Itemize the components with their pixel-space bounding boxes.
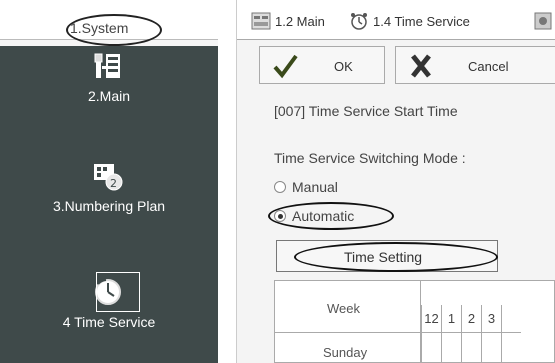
numbering-plan-icon: 2 — [92, 160, 124, 192]
alarm-clock-icon — [349, 11, 369, 31]
week-column-header: Week — [275, 281, 421, 333]
nav-item-label: 2.Main — [87, 88, 131, 104]
nav-list: 2.Main 2 3.Numbering Plan 4 Time Service — [0, 46, 218, 363]
tab-label: 1.2 Main — [275, 14, 325, 29]
left-panel: 1.System 2.Main 2 3.Numbering Plan 4 Tim… — [0, 0, 218, 363]
schedule-slot[interactable] — [421, 333, 441, 363]
week-header-label: Week — [327, 301, 360, 316]
nav-item-label: 4 Time Service — [62, 314, 156, 330]
hour-header: 1 — [441, 305, 461, 333]
nav-item-main[interactable]: 2.Main — [0, 46, 218, 116]
cancel-x-icon — [408, 53, 434, 79]
schedule-slot[interactable] — [501, 333, 521, 363]
cancel-label: Cancel — [468, 59, 509, 74]
settings-icon — [533, 11, 553, 31]
tools-icon — [92, 50, 124, 82]
hour-header: 12 — [421, 305, 441, 333]
highlight-ellipse — [268, 202, 394, 230]
checkmark-icon — [272, 53, 298, 79]
svg-text:2: 2 — [110, 177, 117, 190]
tab-main[interactable]: 1.2 Main — [251, 6, 347, 34]
section-title: [007] Time Service Start Time — [274, 103, 458, 119]
toolbar: OK Cancel — [259, 46, 555, 84]
hour-header: 3 — [481, 305, 501, 333]
manual-radio[interactable]: Manual — [274, 177, 364, 197]
switching-mode-label: Time Service Switching Mode : — [274, 150, 466, 166]
tab-time-service[interactable]: 1.4 Time Service — [349, 6, 479, 34]
system-tab[interactable]: 1.System — [0, 0, 218, 46]
highlight-ellipse — [66, 14, 162, 46]
tab-label: 1.4 Time Service — [373, 14, 470, 29]
radio-label: Manual — [292, 179, 338, 195]
ok-label: OK — [334, 59, 353, 74]
schedule-slot[interactable] — [481, 333, 501, 363]
tab-overflow[interactable] — [533, 6, 555, 34]
radio-indicator — [274, 181, 286, 193]
schedule-slot[interactable] — [461, 333, 481, 363]
schedule-slot[interactable] — [441, 333, 461, 363]
day-row-header: Sunday — [275, 333, 421, 363]
cancel-button[interactable]: Cancel — [395, 46, 555, 84]
ok-button[interactable]: OK — [259, 46, 385, 84]
schedule-table: Week Sunday 12 1 2 3 — [274, 280, 555, 363]
hour-header — [501, 305, 521, 333]
selected-item-frame — [96, 272, 140, 312]
hour-header: 2 — [461, 305, 481, 333]
day-label: Sunday — [323, 345, 368, 360]
nav-item-label: 3.Numbering Plan — [52, 198, 166, 214]
tools-icon — [251, 11, 271, 31]
time-setting-label: Time Setting — [344, 249, 423, 265]
tab-bar: 1.2 Main 1.4 Time Service — [237, 0, 555, 40]
nav-item-numbering-plan[interactable]: 2 3.Numbering Plan — [0, 156, 218, 226]
